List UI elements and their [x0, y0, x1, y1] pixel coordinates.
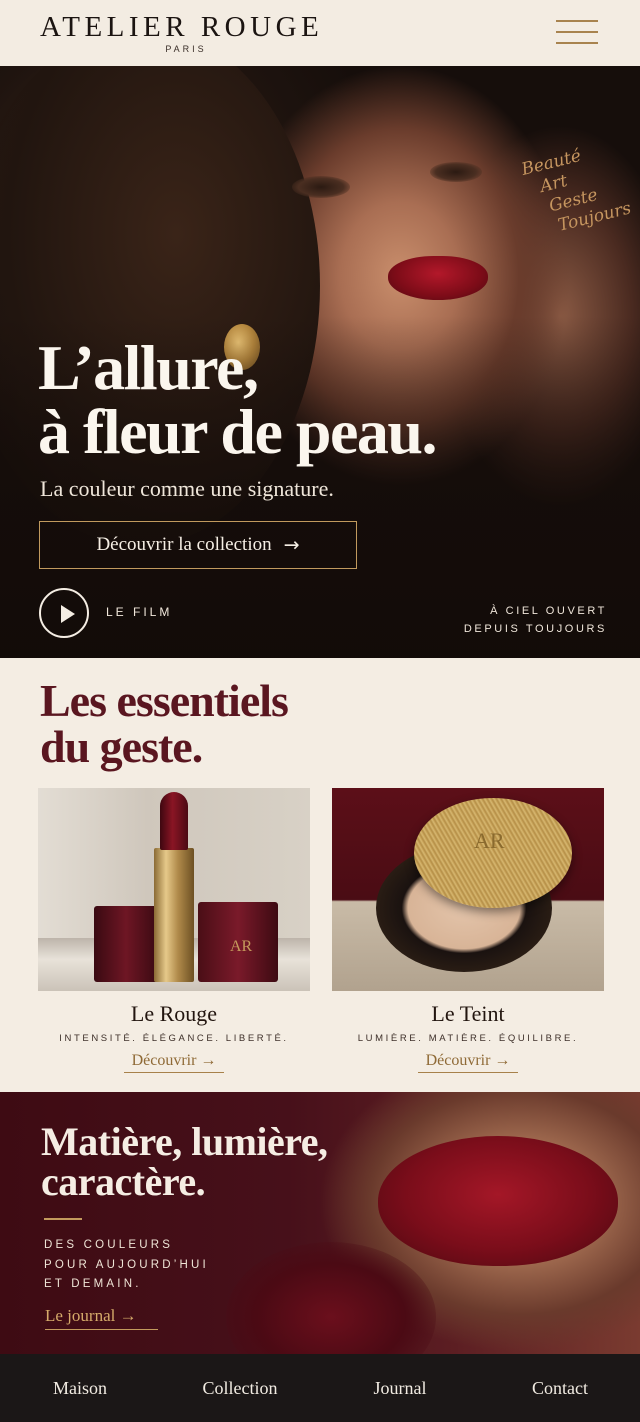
- product-name: Le Rouge: [130, 1001, 218, 1026]
- promo-text-line: POUR AUJOURD’HUI: [44, 1258, 209, 1271]
- hero-title: L’allure, à fleur de peau.: [38, 336, 498, 464]
- essentials-section: Les essentiels du geste. AR Le Rouge INT…: [0, 658, 640, 1092]
- hero-corner-text: À CIEL OUVERT DEPUIS TOUJOURS: [464, 602, 607, 638]
- nav-item-contact[interactable]: Contact: [480, 1354, 640, 1422]
- hero-image-eye: [292, 176, 350, 198]
- essentials-title-line: Les essentiels: [40, 675, 289, 726]
- hamburger-menu-icon[interactable]: [556, 18, 600, 48]
- hero-title-line: à fleur de peau.: [38, 396, 437, 467]
- film-link[interactable]: LE FILM: [106, 605, 172, 619]
- hero-image-lips: [388, 256, 488, 300]
- promo-text: DES COULEURS POUR AUJOURD’HUI ET DEMAIN.: [44, 1236, 209, 1295]
- lipstick-image[interactable]: AR: [38, 788, 310, 991]
- play-icon[interactable]: [39, 588, 89, 638]
- promo-image-lips: [378, 1136, 618, 1266]
- brand-name: ATELIER ROUGE: [40, 11, 324, 43]
- hero-section: Beauté Art Geste Toujours L’allure, à fl…: [0, 66, 640, 658]
- brand-logo[interactable]: ATELIER ROUGE PARIS: [40, 12, 340, 54]
- discover-link[interactable]: Découvrir →: [124, 1052, 224, 1073]
- lipstick-box: [94, 906, 158, 982]
- monogram-logo: AR: [230, 938, 253, 955]
- hero-title-line: L’allure,: [38, 332, 259, 403]
- promo-text-line: DES COULEURS: [44, 1239, 174, 1251]
- monogram-logo: AR: [474, 828, 505, 853]
- corner-line: DEPUIS TOUJOURS: [463, 623, 607, 635]
- site-header: ATELIER ROUGE PARIS: [0, 0, 640, 66]
- journal-link[interactable]: Le journal →: [45, 1306, 158, 1330]
- product-tagline: INTENSITÉ. ÉLÉGANCE. LIBERTÉ.: [59, 1033, 289, 1044]
- compact-powder-image[interactable]: AR: [332, 788, 604, 991]
- hero-image-eye: [430, 162, 482, 182]
- hero-script-words: Beauté Art Geste Toujours: [519, 134, 640, 242]
- promo-image-flower: [226, 1242, 436, 1354]
- product-card-rouge[interactable]: AR Le Rouge INTENSITÉ. ÉLÉGANCE. LIBERTÉ…: [38, 788, 310, 1073]
- nav-item-maison[interactable]: Maison: [0, 1354, 160, 1422]
- product-card-teint[interactable]: AR Le Teint LUMIÈRE. MATIÈRE. ÉQUILIBRE.…: [332, 788, 604, 1073]
- promo-title-line: Matière, lumière,: [41, 1119, 328, 1164]
- lipstick-bullet: [160, 792, 188, 850]
- essentials-title: Les essentiels du geste.: [40, 678, 400, 770]
- essentials-title-line: du geste.: [40, 721, 203, 772]
- cta-label: Découvrir la collection: [96, 534, 272, 555]
- brand-city: PARIS: [165, 44, 207, 54]
- lipstick-tube: [154, 848, 194, 982]
- discover-collection-button[interactable]: Découvrir la collection →: [39, 521, 357, 569]
- discover-link[interactable]: Découvrir →: [418, 1052, 518, 1073]
- arrow-right-icon: →: [283, 534, 300, 556]
- promo-text-line: ET DEMAIN.: [44, 1278, 142, 1290]
- nav-item-collection[interactable]: Collection: [160, 1354, 320, 1422]
- promo-title-line: caractère.: [41, 1159, 206, 1204]
- bottom-nav: Maison Collection Journal Contact: [0, 1354, 640, 1422]
- divider: [44, 1218, 82, 1220]
- nav-item-journal[interactable]: Journal: [320, 1354, 480, 1422]
- promo-title: Matière, lumière, caractère.: [41, 1122, 361, 1202]
- product-name: Le Teint: [431, 1001, 505, 1026]
- product-tagline: LUMIÈRE. MATIÈRE. ÉQUILIBRE.: [357, 1033, 579, 1044]
- hero-subtitle: La couleur comme une signature.: [40, 476, 334, 501]
- journal-promo-section: Matière, lumière, caractère. DES COULEUR…: [0, 1092, 640, 1354]
- corner-line: À CIEL OUVERT: [490, 605, 607, 617]
